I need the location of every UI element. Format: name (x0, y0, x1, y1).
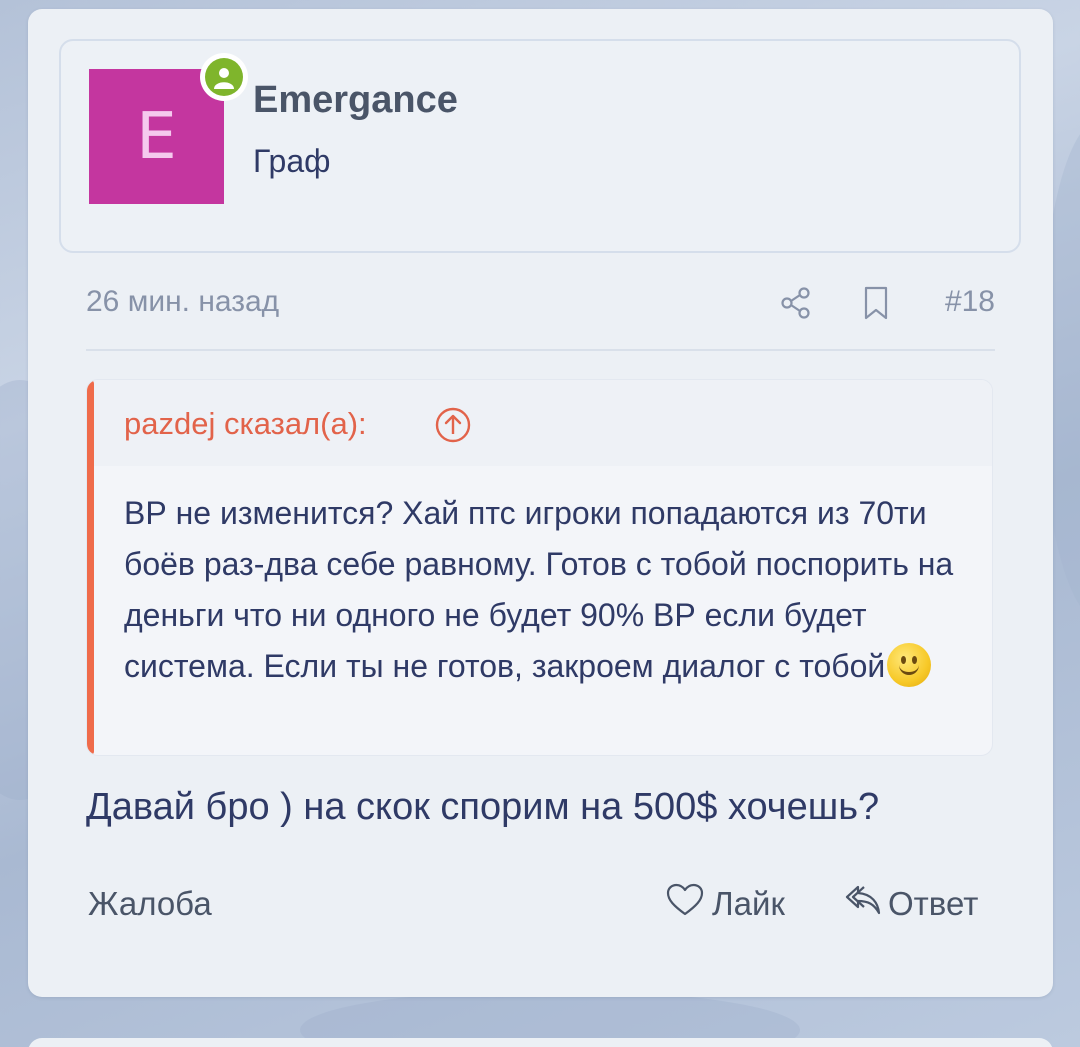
post-card: E Emergance Граф 26 мин. назад #18 pazde… (28, 9, 1053, 997)
quote-block: pazdej сказал(а): ВР не изменится? Хай п… (86, 379, 993, 756)
quote-author-link[interactable]: pazdej сказал(а): (124, 406, 367, 442)
user-info-box: E Emergance Граф (59, 39, 1021, 253)
smile-emoji (887, 643, 932, 687)
post-meta: 26 мин. назад #18 (86, 279, 995, 329)
divider (86, 349, 995, 351)
share-icon[interactable] (778, 285, 814, 321)
heart-icon (666, 883, 704, 925)
quote-text: ВР не изменится? Хай птс игроки попадают… (124, 488, 984, 692)
next-post-card (28, 1038, 1053, 1047)
avatar-letter: E (136, 99, 177, 174)
post-time[interactable]: 26 мин. назад (86, 285, 279, 319)
like-label: Лайк (712, 885, 785, 922)
like-button[interactable]: Лайк (666, 883, 785, 925)
post-actions: Жалоба Лайк Ответ (86, 879, 995, 929)
username[interactable]: Emergance (253, 79, 458, 122)
quote-accent-bar (87, 380, 94, 755)
post-message: Давай бро ) на скок спорим на 500$ хочеш… (86, 786, 880, 828)
arrow-up-circle-icon[interactable] (434, 406, 472, 444)
post-number-link[interactable]: #18 (945, 285, 995, 319)
quote-text-content: ВР не изменится? Хай птс игроки попадают… (124, 495, 954, 684)
quote-header: pazdej сказал(а): (94, 380, 992, 466)
online-user-icon (205, 58, 243, 96)
user-title: Граф (253, 143, 331, 179)
online-status-badge (200, 53, 248, 101)
reply-button[interactable]: Ответ (844, 883, 978, 925)
reply-icon (844, 883, 882, 925)
reply-label: Ответ (888, 885, 979, 922)
bookmark-icon[interactable] (858, 285, 894, 321)
complaint-button[interactable]: Жалоба (88, 885, 212, 923)
